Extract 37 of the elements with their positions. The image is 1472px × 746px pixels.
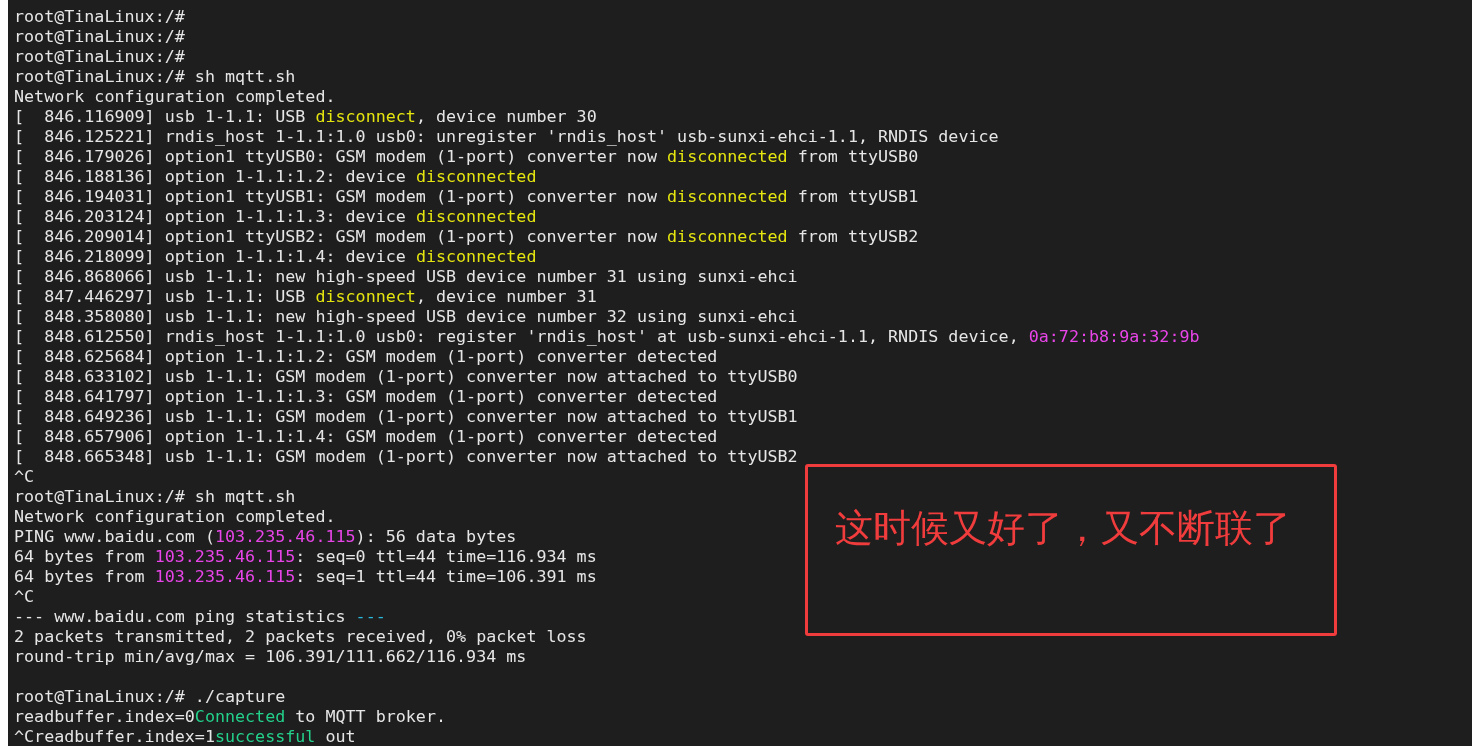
terminal-line: root@TinaLinux:/#	[14, 46, 185, 66]
terminal-line: root@TinaLinux:/# sh mqtt.sh	[14, 66, 296, 86]
terminal-line: [ 848.649236] usb 1-1.1: GSM modem (1-port) converter now attached to ttyUSB1	[14, 406, 798, 426]
terminal-line: [ 848.641797] option 1-1.1:1.3: GSM modem (1-port) converter detected	[14, 386, 718, 406]
terminal-line: [ 846.218099] option 1-1.1:1.4: device disconnected	[14, 246, 537, 266]
terminal-line: [ 848.665348] usb 1-1.1: GSM modem (1-port) converter now attached to ttyUSB2	[14, 446, 798, 466]
terminal-line: --- www.baidu.com ping statistics ---	[14, 606, 386, 626]
terminal-line: [ 846.203124] option 1-1.1:1.3: device disconnected	[14, 206, 537, 226]
terminal-line: round-trip min/avg/max = 106.391/111.662/116.934 ms	[14, 646, 527, 666]
terminal-line: 2 packets transmitted, 2 packets received, 0% packet loss	[14, 626, 587, 646]
terminal-line: 64 bytes from 103.235.46.115: seq=0 ttl=44 time=116.934 ms	[14, 546, 597, 566]
terminal-line: [ 848.633102] usb 1-1.1: GSM modem (1-port) converter now attached to ttyUSB0	[14, 366, 798, 386]
terminal-line: [ 846.194031] option1 ttyUSB1: GSM modem (1-port) converter now disconnected from ttyUSB1	[14, 186, 919, 206]
terminal-line: Network configuration completed.	[14, 86, 336, 106]
terminal-line: 64 bytes from 103.235.46.115: seq=1 ttl=44 time=106.391 ms	[14, 566, 597, 586]
annotation-text: 这时候又好了，又不断联了	[835, 505, 1291, 551]
terminal-line: [ 846.868066] usb 1-1.1: new high-speed USB device number 31 using sunxi-ehci	[14, 266, 798, 286]
terminal-line: [ 846.116909] usb 1-1.1: USB disconnect, device number 30	[14, 106, 597, 126]
terminal-line: root@TinaLinux:/#	[14, 6, 185, 26]
terminal-line: root@TinaLinux:/# sh mqtt.sh	[14, 486, 296, 506]
terminal-line: root@TinaLinux:/#	[14, 26, 185, 46]
terminal-line: [ 848.625684] option 1-1.1:1.2: GSM modem (1-port) converter detected	[14, 346, 718, 366]
terminal-line: [ 848.657906] option 1-1.1:1.4: GSM modem (1-port) converter detected	[14, 426, 718, 446]
terminal-line: root@TinaLinux:/# ./capture	[14, 686, 286, 706]
terminal-line: [ 846.188136] option 1-1.1:1.2: device disconnected	[14, 166, 537, 186]
terminal-line: ^Creadbuffer.index=1successful out	[14, 726, 356, 746]
terminal-line: [ 846.179026] option1 ttyUSB0: GSM modem (1-port) converter now disconnected from ttyUSB0	[14, 146, 919, 166]
terminal-line: [ 847.446297] usb 1-1.1: USB disconnect, device number 31	[14, 286, 597, 306]
terminal-line: ^C	[14, 586, 35, 606]
terminal-line: [ 846.209014] option1 ttyUSB2: GSM modem (1-port) converter now disconnected from ttyUSB2	[14, 226, 919, 246]
terminal-line: readbuffer.index=0Connected to MQTT broker.	[14, 706, 446, 726]
terminal-line: [ 848.358080] usb 1-1.1: new high-speed USB device number 32 using sunxi-ehci	[14, 306, 798, 326]
terminal-line: ^C	[14, 466, 35, 486]
terminal-line: PING www.baidu.com (103.235.46.115): 56 data bytes	[14, 526, 517, 546]
terminal-line: [ 846.125221] rndis_host 1-1.1:1.0 usb0: unregister 'rndis_host' usb-sunxi-ehci-1.1, RNDIS device	[14, 126, 999, 146]
terminal-line: Network configuration completed.	[14, 506, 336, 526]
terminal-line: [ 848.612550] rndis_host 1-1.1:1.0 usb0: register 'rndis_host' at usb-sunxi-ehci-1.1, RNDIS device, 0a:72:b8:9a:32:9b	[14, 326, 1200, 346]
